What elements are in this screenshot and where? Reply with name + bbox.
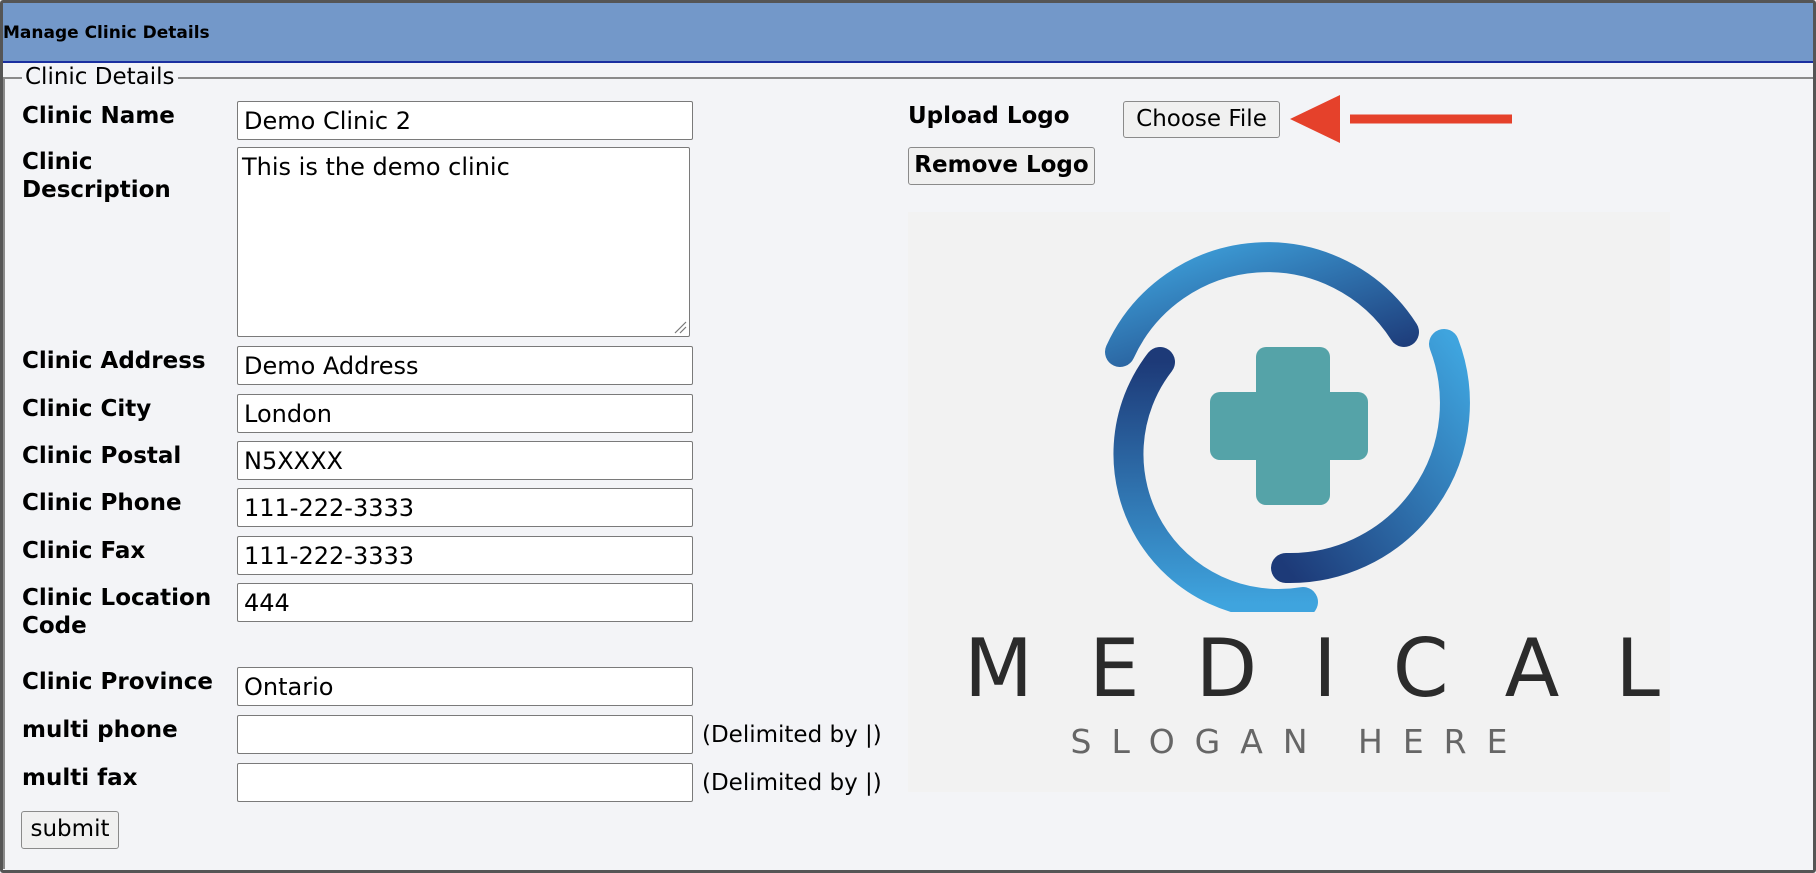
- multi-fax-input[interactable]: [237, 763, 693, 802]
- clinic-postal-label: Clinic Postal: [22, 443, 182, 469]
- annotation-arrow-icon: [1290, 95, 1512, 143]
- choose-file-button[interactable]: Choose File: [1123, 101, 1280, 138]
- clinic-phone-label: Clinic Phone: [22, 490, 182, 516]
- clinic-fax-label: Clinic Fax: [22, 538, 146, 564]
- clinic-city-label: Clinic City: [22, 396, 152, 422]
- clinic-location-code-input[interactable]: 444: [237, 583, 693, 622]
- clinic-description-label: Clinic Description: [22, 149, 171, 203]
- clinic-description-text: This is the demo clinic: [242, 153, 510, 181]
- clinic-description-textarea[interactable]: This is the demo clinic: [237, 147, 690, 337]
- submit-button[interactable]: submit: [21, 811, 119, 849]
- multi-phone-label: multi phone: [22, 717, 178, 743]
- multi-phone-input[interactable]: [237, 715, 693, 754]
- clinic-postal-input[interactable]: N5XXXX: [237, 441, 693, 480]
- multi-phone-hint: (Delimited by |): [702, 722, 882, 748]
- clinic-address-label: Clinic Address: [22, 348, 206, 374]
- clinic-province-input[interactable]: Ontario: [237, 667, 693, 706]
- clinic-province-label: Clinic Province: [22, 669, 214, 695]
- logo-slogan-text: SLOGAN HERE: [1070, 722, 1528, 761]
- fieldset-legend: Clinic Details: [22, 64, 178, 90]
- clinic-name-label: Clinic Name: [22, 103, 175, 129]
- logo-title-text: MEDICAL: [964, 622, 1716, 715]
- medical-cross-logo-icon: [1105, 242, 1470, 612]
- multi-fax-hint: (Delimited by |): [702, 770, 882, 796]
- clinic-city-input[interactable]: London: [237, 394, 693, 433]
- clinic-phone-input[interactable]: 111-222-3333: [237, 488, 693, 527]
- header-bar: Manage Clinic Details: [3, 3, 1813, 63]
- resize-grip-icon[interactable]: [673, 320, 687, 334]
- clinic-name-input[interactable]: Demo Clinic 2: [237, 101, 693, 140]
- clinic-location-code-label: Clinic Location Code: [22, 585, 212, 639]
- page-title: Manage Clinic Details: [3, 23, 210, 43]
- remove-logo-button[interactable]: Remove Logo: [908, 147, 1095, 185]
- upload-logo-label: Upload Logo: [908, 103, 1070, 129]
- clinic-logo-image: MEDICAL SLOGAN HERE: [908, 212, 1670, 792]
- clinic-fax-input[interactable]: 111-222-3333: [237, 536, 693, 575]
- clinic-address-input[interactable]: Demo Address: [237, 346, 693, 385]
- multi-fax-label: multi fax: [22, 765, 138, 791]
